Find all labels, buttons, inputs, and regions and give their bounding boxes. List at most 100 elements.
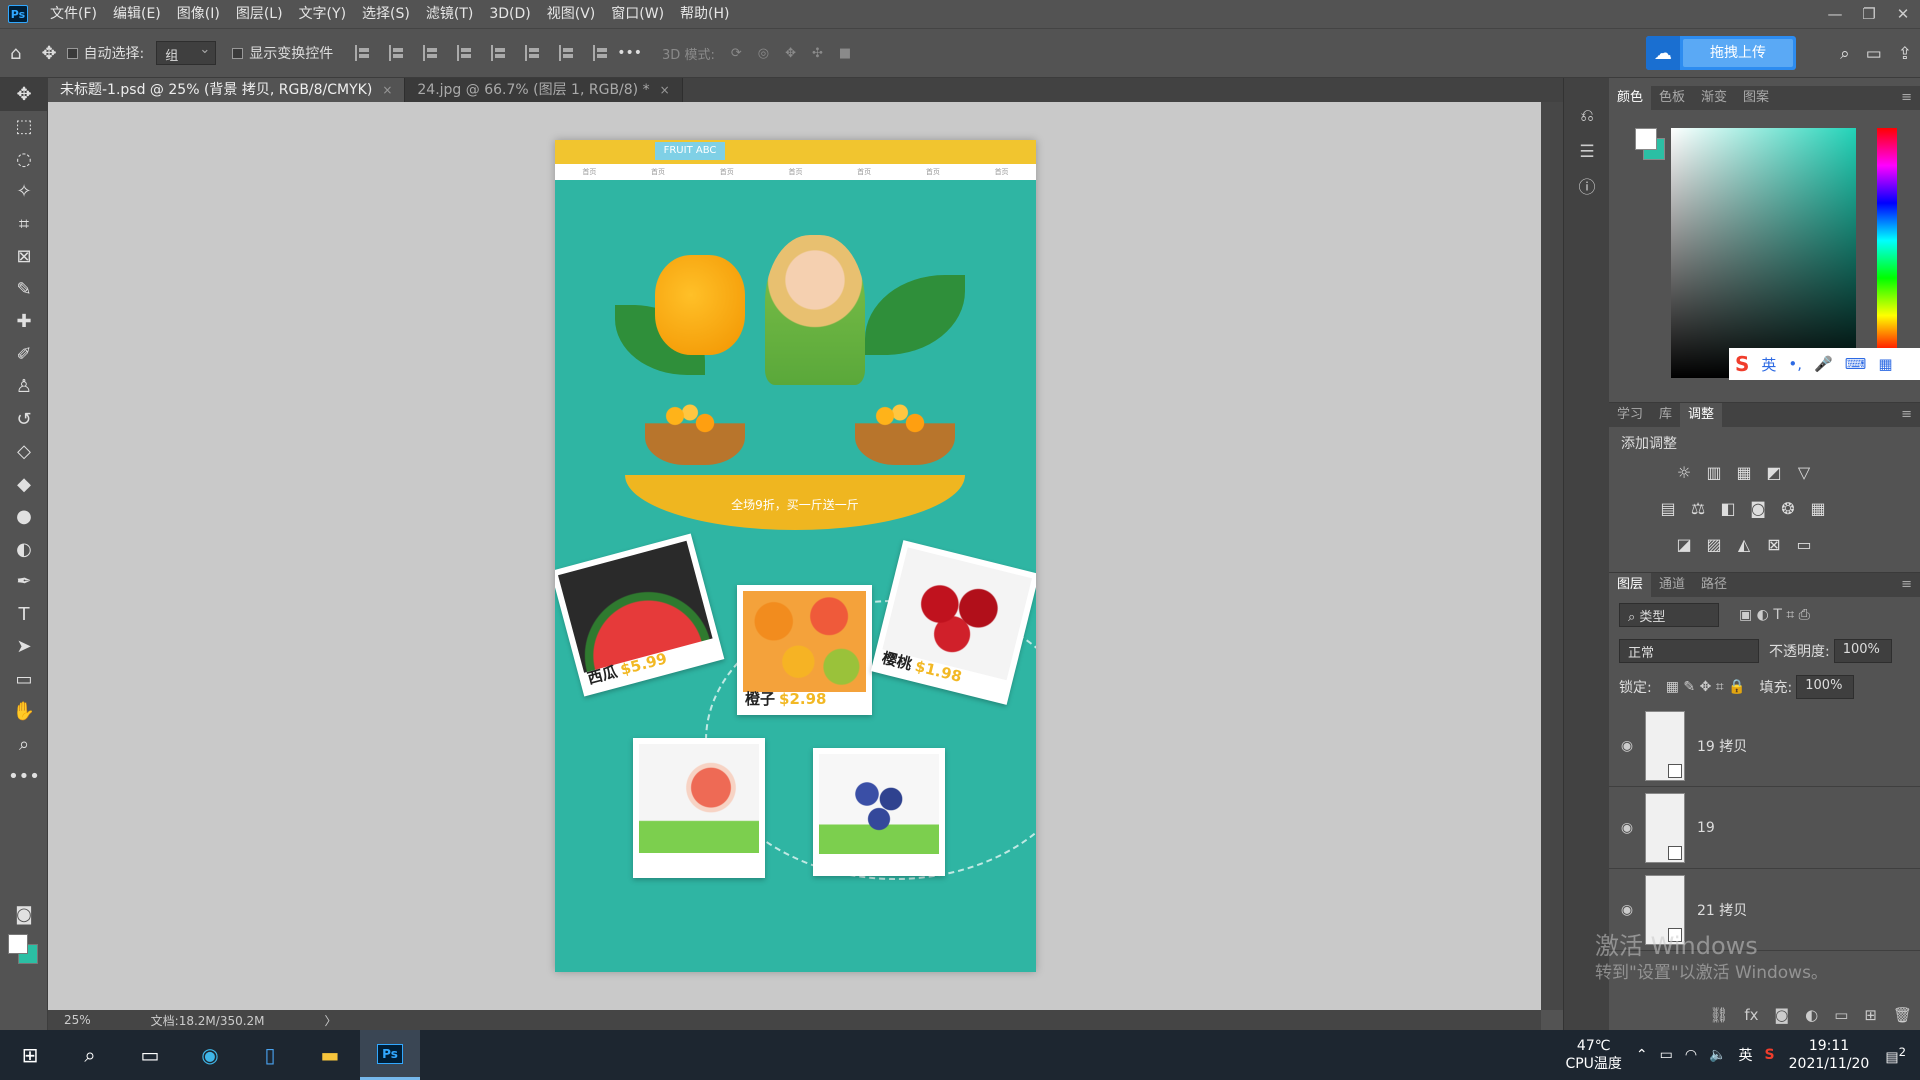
fx-icon[interactable]: fx	[1744, 1006, 1758, 1024]
trash-icon[interactable]: 🗑	[1893, 1006, 1912, 1024]
blur-tool-icon[interactable]: ●	[0, 501, 48, 534]
panel-menu-icon[interactable]: ≡	[1893, 573, 1920, 597]
layer-item[interactable]: ◉ 19 拷贝	[1609, 705, 1920, 787]
ime-punct[interactable]: •,	[1788, 355, 1802, 373]
ime-lang[interactable]: 英	[1761, 354, 1776, 375]
file-explorer-icon[interactable]: ▬	[300, 1030, 360, 1080]
menu-view[interactable]: 视图(V)	[539, 0, 604, 28]
blend-mode-dropdown[interactable]: 正常	[1619, 639, 1759, 663]
tab-24-jpg[interactable]: 24.jpg @ 66.7% (图层 1, RGB/8) * ×	[405, 78, 683, 102]
healing-brush-icon[interactable]: ✚	[0, 306, 48, 339]
more-options-button[interactable]: •••	[617, 45, 642, 61]
microphone-icon[interactable]: 🎤	[1814, 355, 1833, 373]
tab-patterns[interactable]: 图案	[1735, 86, 1777, 110]
stamp-tool-icon[interactable]: ♙	[0, 371, 48, 404]
crop-tool-icon[interactable]: ⌗	[0, 208, 48, 241]
layer-item[interactable]: ◉ 19	[1609, 787, 1920, 869]
3d-roll-icon[interactable]: ◎	[758, 46, 769, 61]
3d-orbit-icon[interactable]: ⟳	[731, 46, 742, 61]
path-select-icon[interactable]: ➤	[0, 631, 48, 664]
grid-icon[interactable]: ▦	[1878, 355, 1892, 373]
panel-menu-icon[interactable]: ≡	[1893, 403, 1920, 427]
lock-icons[interactable]: ▦ ✎ ✥ ⌗ 🔒	[1666, 679, 1746, 695]
black-white-icon[interactable]: ◧	[1713, 499, 1743, 525]
tab-learn[interactable]: 学习	[1609, 403, 1651, 427]
curves-icon[interactable]: ▦	[1729, 463, 1759, 489]
color-picker-field[interactable]	[1671, 128, 1856, 378]
search-icon[interactable]: ⌕	[1840, 44, 1850, 64]
group-icon[interactable]: ▭	[1834, 1006, 1848, 1024]
panel-menu-icon[interactable]: ≡	[1893, 86, 1920, 110]
hand-tool-icon[interactable]: ✋	[0, 696, 48, 729]
menu-image[interactable]: 图像(I)	[169, 0, 228, 28]
history-icon[interactable]: ⎌	[1564, 98, 1610, 134]
more-tools-icon[interactable]: •••	[0, 761, 48, 794]
align-left-icon[interactable]	[355, 45, 370, 61]
quick-mask-icon[interactable]: ◙	[0, 898, 48, 931]
language-indicator[interactable]: 英	[1739, 1045, 1753, 1065]
auto-select-dropdown[interactable]: 组	[156, 41, 217, 65]
home-icon[interactable]: ⌂	[10, 43, 21, 64]
start-button[interactable]: ⊞	[0, 1030, 60, 1080]
auto-select-checkbox[interactable]	[66, 47, 78, 59]
color-lookup-icon[interactable]: ▦	[1803, 499, 1833, 525]
menu-filter[interactable]: 滤镜(T)	[418, 0, 481, 28]
phone-app-icon[interactable]: ▯	[240, 1030, 300, 1080]
task-view-icon[interactable]: ▭	[120, 1030, 180, 1080]
menu-window[interactable]: 窗口(W)	[603, 0, 672, 28]
lasso-tool-icon[interactable]: ◌	[0, 143, 48, 176]
notification-icon[interactable]: ▤2	[1885, 1045, 1906, 1066]
tab-gradients[interactable]: 渐变	[1693, 86, 1735, 110]
edge-icon[interactable]: ◉	[180, 1030, 240, 1080]
adjustment-layer-icon[interactable]: ◐	[1805, 1006, 1818, 1024]
opacity-input[interactable]: 100%	[1833, 639, 1892, 663]
filter-icons[interactable]: ▣ ◐ T ⌗ ⎙	[1739, 607, 1810, 623]
wifi-icon[interactable]: ◠	[1685, 1047, 1697, 1063]
tab-layers[interactable]: 图层	[1609, 573, 1652, 597]
threshold-icon[interactable]: ◭	[1729, 535, 1759, 561]
hue-slider[interactable]	[1877, 128, 1897, 353]
tab-untitled-1[interactable]: 未标题-1.psd @ 25% (背景 拷贝, RGB/8/CMYK) ×	[48, 78, 406, 102]
tab-swatches[interactable]: 色板	[1651, 86, 1693, 110]
move-tool-icon[interactable]: ✥	[0, 78, 48, 111]
link-icon[interactable]: ⛓	[1709, 1006, 1728, 1024]
status-arrow[interactable]: 〉	[325, 1012, 337, 1029]
show-transform-option[interactable]: 显示变换控件	[232, 43, 333, 63]
upload-button[interactable]: ☁ 拖拽上传	[1646, 36, 1796, 70]
show-transform-checkbox[interactable]	[232, 47, 244, 59]
3d-camera-icon[interactable]: ■	[839, 46, 851, 61]
align-top-icon[interactable]	[491, 45, 506, 61]
tab-color[interactable]: 颜色	[1609, 86, 1652, 110]
rectangle-tool-icon[interactable]: ▭	[0, 663, 48, 696]
foreground-color-swatch[interactable]	[8, 934, 28, 954]
distribute-icon[interactable]	[457, 45, 472, 61]
sogou-icon[interactable]: S	[1735, 352, 1749, 376]
document-artboard[interactable]: FRUIT ABC 首页 首页 首页 首页 首页 首页 首页 全场9折，买一斤送…	[555, 140, 1036, 972]
exposure-icon[interactable]: ◩	[1759, 463, 1789, 489]
panel-foreground-swatch[interactable]	[1635, 128, 1657, 150]
align-middle-icon[interactable]	[525, 45, 540, 61]
dodge-tool-icon[interactable]: ◐	[0, 533, 48, 566]
move-tool-icon[interactable]: ✥	[41, 43, 56, 64]
photo-filter-icon[interactable]: ◙	[1743, 499, 1773, 525]
menu-layer[interactable]: 图层(L)	[228, 0, 291, 28]
minimize-button[interactable]: —	[1818, 0, 1852, 28]
gradient-map-icon[interactable]: ▭	[1789, 535, 1819, 561]
history-brush-icon[interactable]: ↺	[0, 403, 48, 436]
eyedropper-icon[interactable]: ✎	[0, 273, 48, 306]
align-bottom-icon[interactable]	[559, 45, 574, 61]
menu-help[interactable]: 帮助(H)	[672, 0, 737, 28]
color-balance-icon[interactable]: ⚖	[1683, 499, 1713, 525]
battery-icon[interactable]: ▭	[1660, 1047, 1673, 1063]
close-button[interactable]: ✕	[1886, 0, 1920, 28]
workspace-icon[interactable]: ▭	[1866, 44, 1882, 64]
eye-icon[interactable]: ◉	[1609, 738, 1645, 754]
close-tab-icon[interactable]: ×	[382, 78, 392, 102]
vibrance-icon[interactable]: ▽	[1789, 463, 1819, 489]
align-right-icon[interactable]	[423, 45, 438, 61]
share-icon[interactable]: ⇪	[1898, 44, 1912, 64]
levels-icon[interactable]: ▥	[1699, 463, 1729, 489]
info-icon[interactable]: ⓘ	[1564, 170, 1610, 206]
3d-pan-icon[interactable]: ✥	[785, 46, 796, 61]
properties-icon[interactable]: ☰	[1564, 134, 1610, 170]
